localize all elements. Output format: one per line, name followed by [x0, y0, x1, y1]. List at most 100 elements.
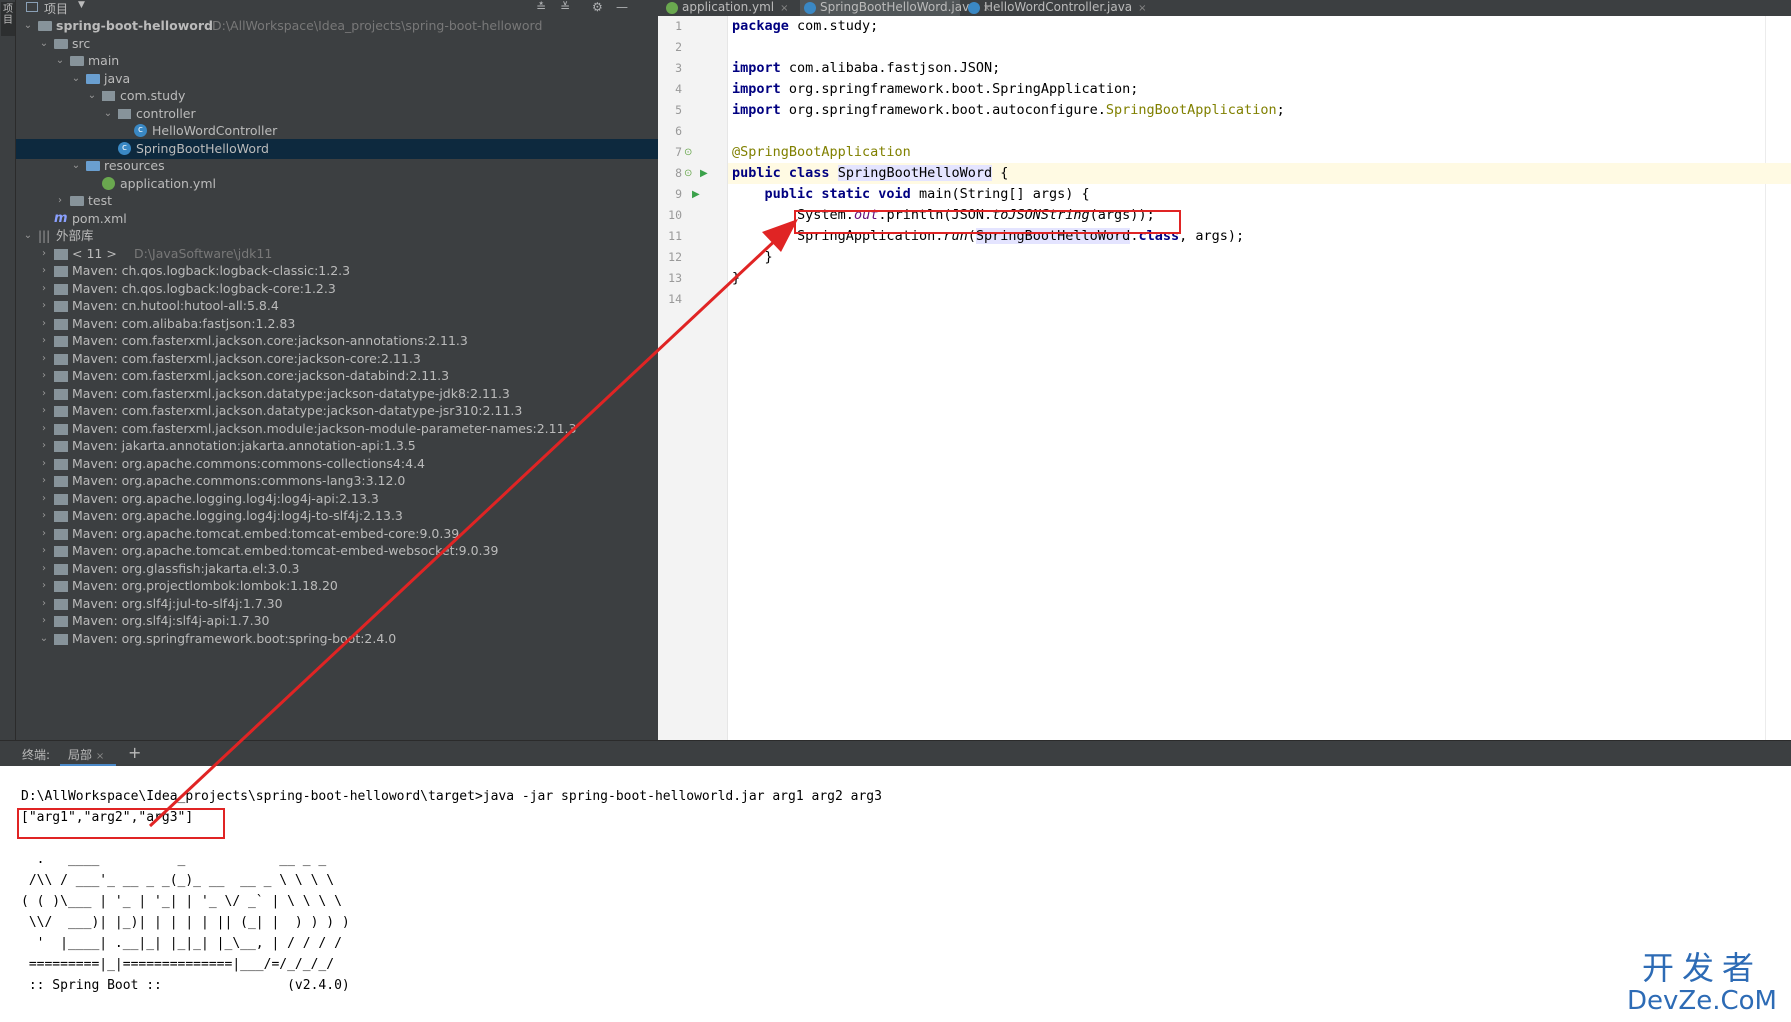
project-tool-tab[interactable]: 项目: [1, 2, 15, 36]
code-text: {: [992, 165, 1009, 181]
yaml-file-icon: [666, 2, 678, 14]
code-text: org.springframework.boot.autoconfigure.: [780, 102, 1106, 118]
library-icon: [54, 633, 68, 645]
class-name: SpringBootHelloWord: [837, 165, 993, 181]
code-line: }: [728, 268, 1791, 289]
java-class-icon: [968, 2, 980, 14]
expand-all-icon[interactable]: ≚: [560, 0, 570, 14]
project-panel: 项目 ▼ ≛ ≚ ⚙ — ⌄ spring-boot-helloword D:\Al…: [16, 0, 658, 740]
line-number: 6: [675, 124, 682, 138]
terminal-line: ' |____| .__|_| |_|_| |_\__, | / / / /: [21, 936, 342, 951]
keyword: package: [732, 18, 789, 34]
library-icon: [54, 441, 68, 452]
terminal-label: 终端:: [22, 748, 51, 762]
line-number: 5: [675, 103, 682, 117]
code-line: import com.alibaba.fastjson.JSON;: [728, 58, 1791, 79]
terminal-line: D:\AllWorkspace\Idea_projects\spring-boo…: [21, 789, 882, 804]
line-number: 14: [668, 292, 682, 306]
library-icon: [54, 388, 68, 400]
folder-icon: [54, 38, 68, 49]
close-icon[interactable]: ×: [1138, 3, 1146, 14]
terminal-tab-local[interactable]: 局部 ×: [60, 741, 116, 767]
library-icon: [54, 581, 68, 592]
annotation-text: SpringBootApplication: [1105, 102, 1277, 118]
library-icon: [54, 563, 68, 575]
line-number: 11: [668, 229, 682, 243]
terminal-line: . ____ _ __ _ _: [21, 852, 327, 867]
collapse-all-icon[interactable]: ≛: [536, 0, 546, 14]
close-icon[interactable]: ×: [780, 3, 788, 14]
keyword: import: [732, 102, 781, 118]
keyword: import: [732, 60, 781, 76]
folder-icon: [38, 21, 52, 31]
add-terminal-icon[interactable]: +: [128, 743, 141, 762]
code-area[interactable]: package com.study; import com.alibaba.fa…: [728, 16, 1791, 740]
terminal-line: ( ( )\___ | '_ | '_| | '_ \/ _` | \ \ \ …: [21, 894, 342, 909]
tab-label: SpringBootHelloWord.java: [820, 0, 977, 14]
line-number: 3: [675, 61, 682, 75]
line-number: 4: [675, 82, 682, 96]
code-line: import org.springframework.boot.SpringAp…: [728, 79, 1791, 100]
folder-icon: [70, 56, 84, 66]
code-text: }: [732, 270, 741, 286]
editor-gutter: 1 2 3 4 5 6 7 8 9 10 11 12 13 14 ⊙ ⊙ ▶ ▶: [658, 16, 728, 740]
run-icon[interactable]: ▶: [692, 189, 700, 200]
keyword: public static void: [764, 186, 911, 202]
watermark: 开发者 DevZe.CoM: [1627, 950, 1777, 1016]
code-text: org.springframework.boot.SpringApplicati…: [780, 81, 1139, 97]
library-icon: [54, 283, 68, 295]
code-text: main(String[] args) {: [910, 186, 1090, 202]
tab-label: application.yml: [682, 0, 775, 14]
library-icon: [54, 423, 68, 435]
tree-item-label: Maven: org.springframework.boot:spring-b…: [72, 630, 397, 646]
tab-springboothelloword-java[interactable]: SpringBootHelloWord.java ×: [800, 0, 991, 16]
right-margin-guide: [1765, 16, 1766, 740]
folder-icon: [86, 161, 100, 171]
tree-item[interactable]: ⌄ Maven: org.springframework.boot:spring-…: [16, 629, 658, 649]
yaml-file-icon: [102, 176, 115, 190]
code-text: ;: [1276, 102, 1285, 118]
terminal-line: \\/ ___)| |_)| | | | | || (_| | ) ) ) ): [21, 915, 350, 930]
code-text: com.alibaba.fastjson.JSON;: [780, 60, 1001, 76]
terminal-output[interactable]: D:\AllWorkspace\Idea_projects\spring-boo…: [0, 766, 1791, 1022]
library-icon: [54, 336, 68, 347]
library-icon: [54, 493, 68, 505]
chevron-down-icon[interactable]: ▼: [78, 0, 85, 10]
code-line: @SpringBootApplication: [728, 142, 1791, 163]
spring-bean-icon[interactable]: ⊙: [684, 147, 692, 158]
annotation-text: @SpringBootApplication: [732, 144, 911, 160]
editor-tabs: application.yml × SpringBootHelloWord.jav…: [658, 0, 1791, 16]
run-icon[interactable]: ▶: [700, 168, 708, 179]
keyword: public class: [732, 165, 830, 181]
project-panel-title[interactable]: 项目: [44, 0, 68, 17]
library-icon: [54, 266, 68, 277]
line-number: 1: [675, 19, 682, 33]
line-number: 9: [675, 187, 682, 201]
library-icon: [54, 353, 68, 365]
code-line-current: public class SpringBootHelloWord {: [728, 163, 1791, 184]
close-icon[interactable]: ×: [96, 751, 104, 762]
spring-boot-class-icon: c: [118, 141, 131, 155]
code-text: }: [732, 249, 773, 265]
library-icon: [54, 616, 68, 627]
code-text: com.study;: [788, 18, 879, 34]
hide-icon[interactable]: —: [616, 0, 628, 14]
watermark-en: DevZe.CoM: [1627, 986, 1777, 1016]
library-icon: [54, 511, 68, 522]
tab-application-yml[interactable]: application.yml ×: [662, 0, 789, 16]
terminal-header: 终端: 局部 × +: [0, 740, 1791, 767]
library-icon: [54, 598, 68, 610]
code-line: package com.study;: [728, 16, 1791, 37]
line-number: 12: [668, 250, 682, 264]
gear-icon[interactable]: ⚙: [592, 0, 603, 14]
tab-hellowordcontroller-java[interactable]: HelloWordController.java ×: [964, 0, 1147, 16]
code-line: }: [728, 247, 1791, 268]
code-text: , args);: [1179, 228, 1245, 244]
spring-bean-icon[interactable]: ⊙: [684, 168, 692, 179]
terminal-line: /\\ / ___'_ __ _ _(_)_ __ __ _ \ \ \ \: [21, 873, 335, 888]
library-icon: [54, 546, 68, 557]
chevron-down-icon[interactable]: ⌄: [38, 629, 50, 649]
line-number: 2: [675, 40, 682, 54]
